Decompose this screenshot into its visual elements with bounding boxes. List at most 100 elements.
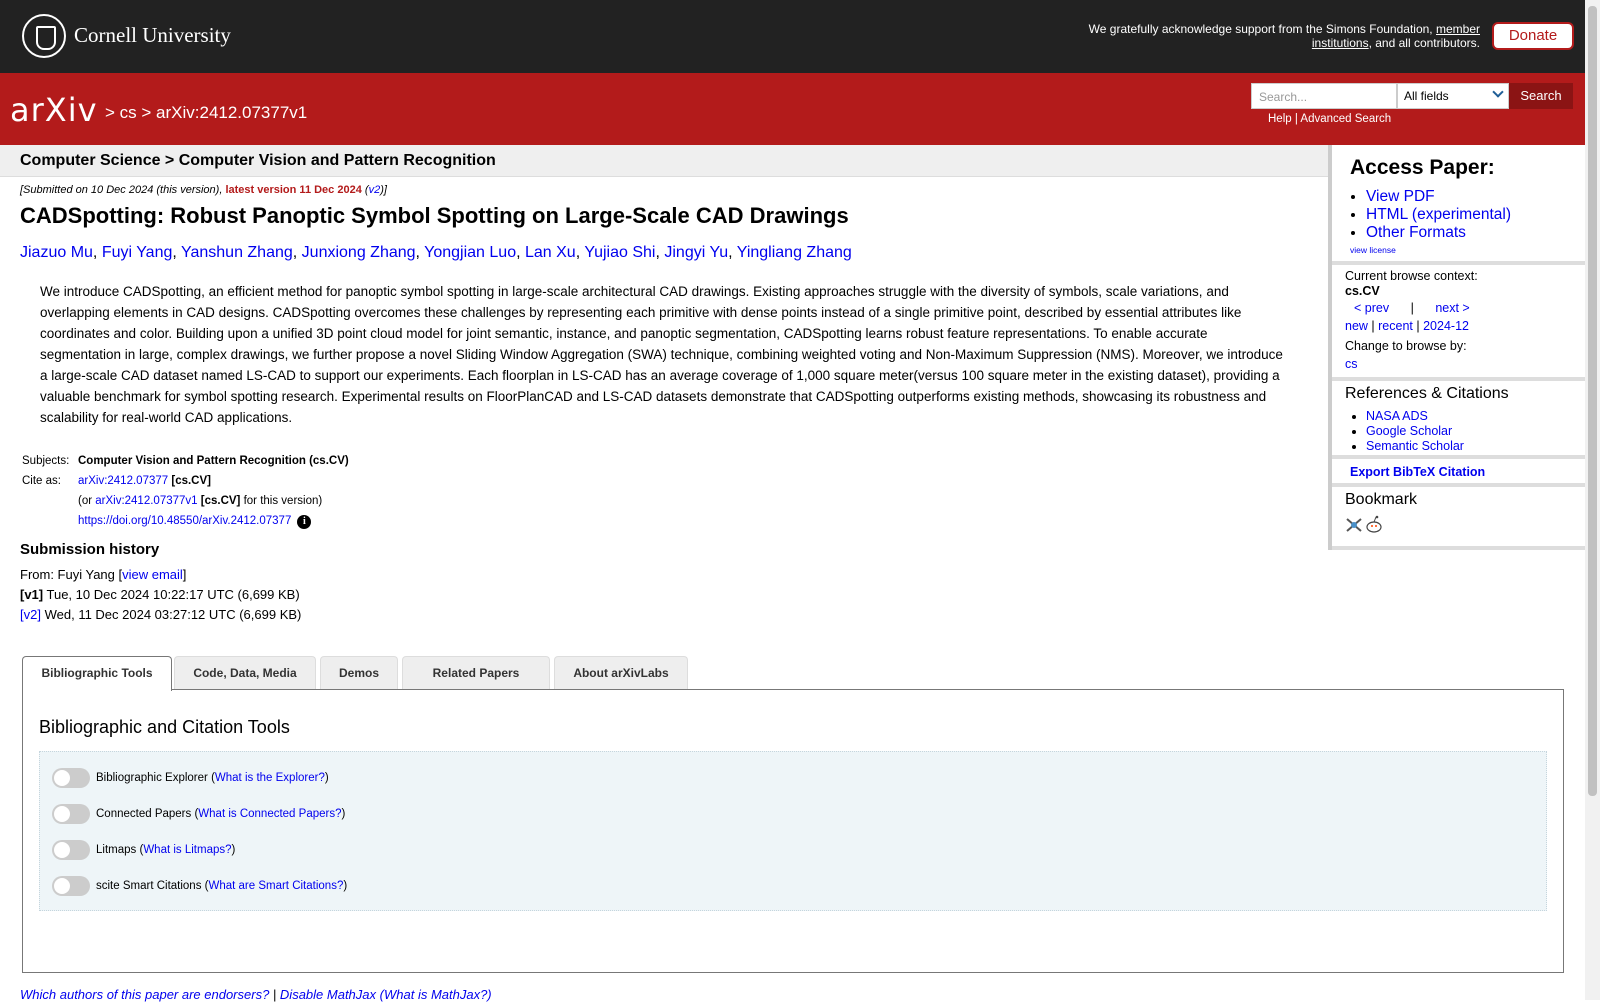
cornell-header: Cornell University We gratefully acknowl… [0,0,1585,73]
author-link[interactable]: Yingliang Zhang [737,244,852,261]
access-links: View PDF HTML (experimental) Other Forma… [1348,188,1511,242]
view-license-link[interactable]: view license [1350,245,1396,255]
toggle-switch[interactable] [52,876,90,896]
tool-help-link[interactable]: What are Smart Citations? [208,880,343,892]
v2-link[interactable]: [v2] [20,607,41,622]
html-link[interactable]: HTML (experimental) [1366,206,1511,223]
nasa-ads-link[interactable]: NASA ADS [1366,409,1428,423]
subjects-value: Computer Vision and Pattern Recognition … [78,455,349,467]
bookmark-section: Bookmark [1332,487,1589,550]
help-links: Help | Advanced Search [1268,113,1392,125]
author-list: Jiazuo Mu, Fuyi Yang, Yanshun Zhang, Jun… [20,244,852,261]
tool-help-link[interactable]: What is Connected Papers? [198,808,341,820]
tab-panel: Bibliographic and Citation Tools Bibliog… [22,689,1564,973]
cite-category: [cs.CV] [171,475,211,487]
cite-id-link[interactable]: arXiv:2412.07377 [78,475,168,487]
tab-bibliographic-tools[interactable]: Bibliographic Tools [22,656,172,691]
cornell-seal-icon[interactable] [22,14,66,58]
bookmark-title: Bookmark [1345,491,1418,508]
bibsonomy-icon[interactable] [1346,518,1362,532]
tab-code-data-media[interactable]: Code, Data, Media [174,656,316,690]
reddit-icon[interactable] [1366,515,1382,533]
breadcrumb: > cs > arXiv:2412.07377v1 [105,103,308,122]
browse-context-section: Current browse context: cs.CV < prev | n… [1332,265,1589,381]
arxiv-header: arXiv > cs > arXiv:2412.07377v1 Search..… [0,73,1585,145]
author-link[interactable]: Junxiong Zhang [302,244,416,261]
donate-button[interactable]: Donate [1492,22,1574,50]
access-paper-section: Access Paper: View PDF HTML (experimenta… [1332,145,1589,265]
change-browse-label: Change to browse by: [1345,339,1467,353]
browse-context-value: cs.CV [1345,284,1380,298]
sidebar: Access Paper: View PDF HTML (experimenta… [1328,145,1589,550]
info-icon[interactable]: i [297,515,312,529]
advanced-search-link[interactable]: Advanced Search [1300,113,1391,125]
tool-help-link[interactable]: What is Litmaps? [143,844,231,856]
author-link[interactable]: Jingyi Yu [664,244,728,261]
arxiv-logo[interactable]: arXiv [10,91,98,129]
subjects-label: Subjects: [22,455,70,467]
prev-link[interactable]: < prev [1354,301,1389,315]
author-link[interactable]: Jiazuo Mu [20,244,93,261]
author-link[interactable]: Yanshun Zhang [181,244,293,261]
browse-context-label: Current browse context: [1345,269,1478,283]
abstract: We introduce CADSpotting, an efficient m… [40,284,1283,425]
tab-about-arxivlabs[interactable]: About arXivLabs [554,656,688,690]
google-scholar-link[interactable]: Google Scholar [1366,424,1452,438]
cornell-logo-text[interactable]: Cornell University [74,23,231,48]
doi-link[interactable]: https://doi.org/10.48550/arXiv.2412.0737… [78,515,291,527]
new-link[interactable]: new [1345,319,1368,333]
view-email-link[interactable]: view email [122,567,183,582]
view-pdf-link[interactable]: View PDF [1366,188,1435,205]
other-formats-link[interactable]: Other Formats [1366,224,1466,241]
tool-row-connected-papers: Connected Papers (What is Connected Pape… [52,804,345,824]
latest-version-link[interactable]: v2 [369,184,381,196]
category-header: Computer Science > Computer Vision and P… [0,145,1328,177]
semantic-scholar-link[interactable]: Semantic Scholar [1366,439,1464,453]
tab-related-papers[interactable]: Related Papers [402,656,550,690]
paper-title: CADSpotting: Robust Panoptic Symbol Spot… [20,203,849,228]
references-title: References & Citations [1345,385,1509,402]
bookmark-icons [1346,515,1382,533]
toggle-switch[interactable] [52,804,90,824]
author-link[interactable]: Fuyi Yang [102,244,173,261]
recent-link[interactable]: recent [1378,319,1413,333]
cite-label: Cite as: [22,475,61,487]
submission-history: From: Fuyi Yang [view email] [v1] Tue, 1… [20,567,302,622]
tool-row-litmaps: Litmaps (What is Litmaps?) [52,840,235,860]
latest-version: latest version 11 Dec 2024 [225,184,362,196]
tool-row-explorer: Bibliographic Explorer (What is the Expl… [52,768,329,788]
toggle-switch[interactable] [52,840,90,860]
search-input[interactable]: Search... [1251,83,1397,109]
tab-demos[interactable]: Demos [320,656,398,690]
author-link[interactable]: Yujiao Shi [584,244,655,261]
support-text: We gratefully acknowledge support from t… [1088,22,1480,50]
tool-row-scite: scite Smart Citations (What are Smart Ci… [52,876,347,896]
references-section: References & Citations NASA ADS Google S… [1332,381,1589,459]
export-bibtex-link[interactable]: Export BibTeX Citation [1350,465,1485,479]
submission-dateline: [Submitted on 10 Dec 2024 (this version)… [20,184,387,196]
category-title: Computer Science > Computer Vision and P… [20,152,496,169]
browse-cs-link[interactable]: cs [1345,357,1358,371]
metadata-table: Subjects: Computer Vision and Pattern Re… [20,452,351,532]
search-field-select[interactable]: All fields [1397,83,1509,109]
tools-box: Bibliographic Explorer (What is the Expl… [39,751,1547,911]
tool-help-link[interactable]: What is the Explorer? [215,772,325,784]
search-button[interactable]: Search [1509,83,1573,109]
author-link[interactable]: Yongjian Luo [424,244,516,261]
panel-title: Bibliographic and Citation Tools [39,717,290,737]
access-paper-title: Access Paper: [1350,156,1495,179]
toggle-switch[interactable] [52,768,90,788]
next-link[interactable]: next > [1435,301,1469,315]
prev-next: < prev | next > [1354,301,1470,315]
references-links: NASA ADS Google Scholar Semantic Scholar [1348,409,1464,454]
scrollbar-thumb[interactable] [1588,6,1597,796]
submission-history-title: Submission history [20,541,160,558]
breadcrumb-cs[interactable]: cs [120,103,137,122]
breadcrumb-paper-id: arXiv:2412.07377v1 [156,103,308,122]
help-link[interactable]: Help [1268,113,1292,125]
cite-v1-link[interactable]: arXiv:2412.07377v1 [95,495,197,507]
browse-links: new | recent | 2024-12 [1345,319,1469,333]
export-section: Export BibTeX Citation [1332,459,1589,487]
author-link[interactable]: Lan Xu [525,244,576,261]
month-link[interactable]: 2024-12 [1423,319,1469,333]
